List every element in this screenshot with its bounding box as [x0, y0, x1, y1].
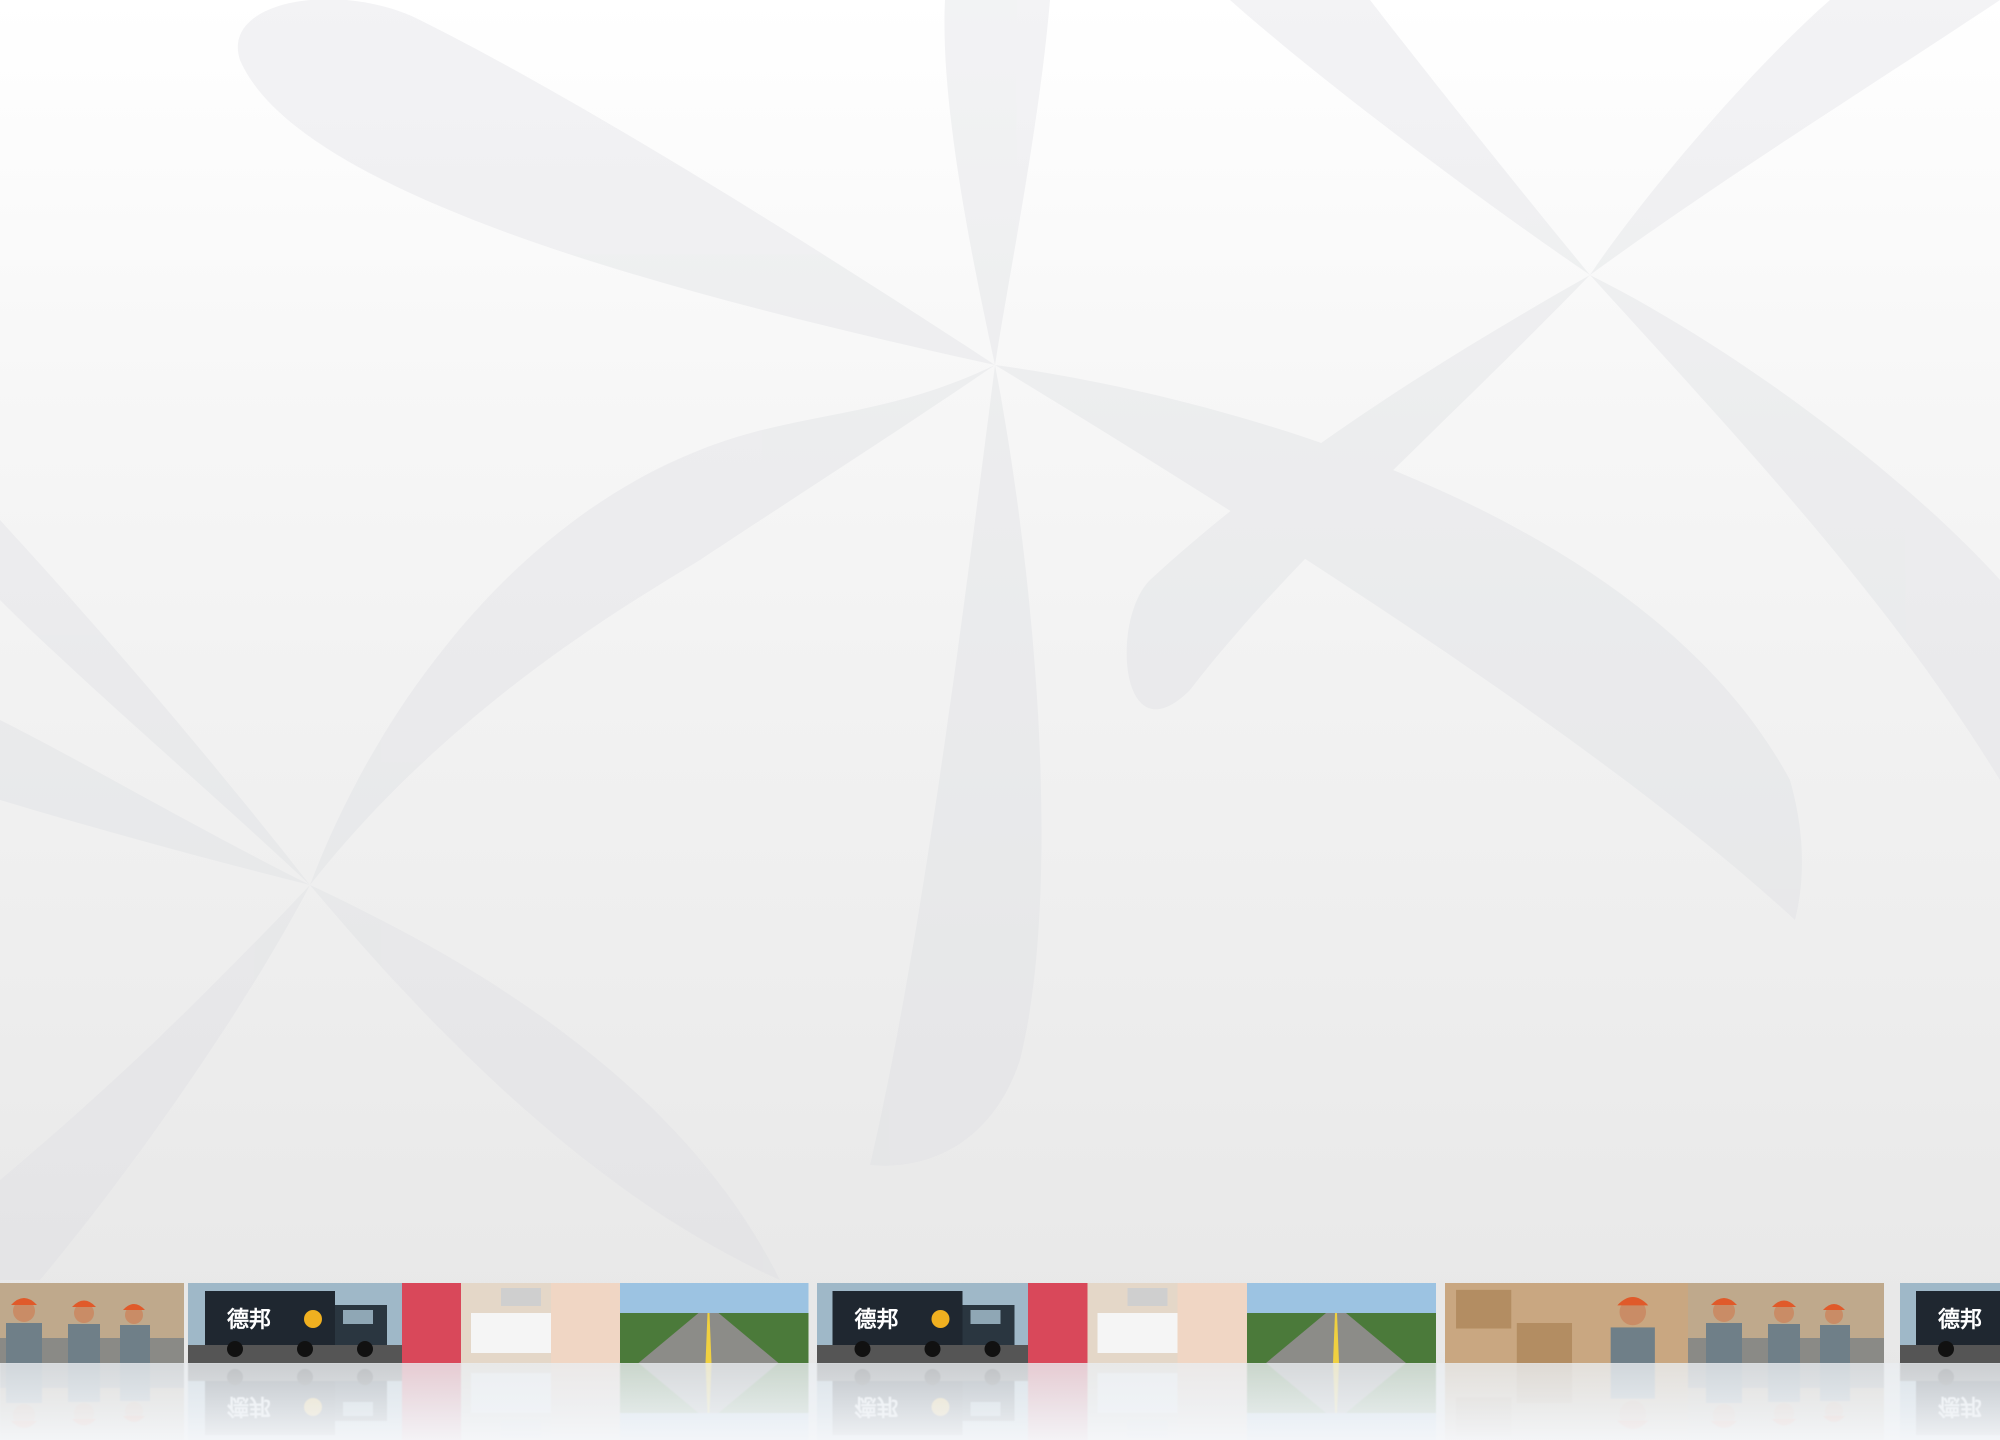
strip-tile-office-photo — [1028, 1283, 1247, 1363]
office-photo — [402, 1283, 620, 1363]
svg-text:德邦: 德邦 — [227, 1307, 271, 1333]
road-photo — [620, 1283, 809, 1363]
workers-photo — [0, 1283, 184, 1363]
svg-text:德邦: 德邦 — [855, 1307, 899, 1333]
strip-tile-workers-photo — [0, 1283, 188, 1363]
strip-tile-truck-photo: 德邦 — [188, 1283, 402, 1363]
reflection-fade — [0, 1363, 2000, 1440]
office-photo — [1028, 1283, 1247, 1363]
strip-tile-road-photo — [1247, 1283, 1445, 1363]
svg-text:德邦: 德邦 — [1938, 1307, 1982, 1333]
workers-photo — [1688, 1283, 1884, 1363]
truck-photo: 德邦 — [188, 1283, 402, 1363]
strip-tile-office-photo — [402, 1283, 620, 1363]
strip-tile-truck-photo: 德邦 — [817, 1283, 1028, 1363]
strip-tile-boxes-photo — [1445, 1283, 1688, 1363]
photo-strip: 德邦 德邦 德邦 德邦 德邦 德邦 — [0, 1283, 2000, 1440]
strip-tile-truck-photo: 德邦 — [1900, 1283, 2000, 1363]
boxes-photo — [1445, 1283, 1688, 1363]
strip-tile-road-photo — [620, 1283, 817, 1363]
road-photo — [1247, 1283, 1436, 1363]
strip-tile-workers-photo — [1688, 1283, 1900, 1363]
photo-strip-tiles: 德邦 德邦 德邦 — [0, 1283, 2000, 1363]
truck-photo: 德邦 — [1900, 1283, 2000, 1363]
truck-photo: 德邦 — [817, 1283, 1028, 1363]
background-petal-pattern — [0, 0, 2000, 1280]
